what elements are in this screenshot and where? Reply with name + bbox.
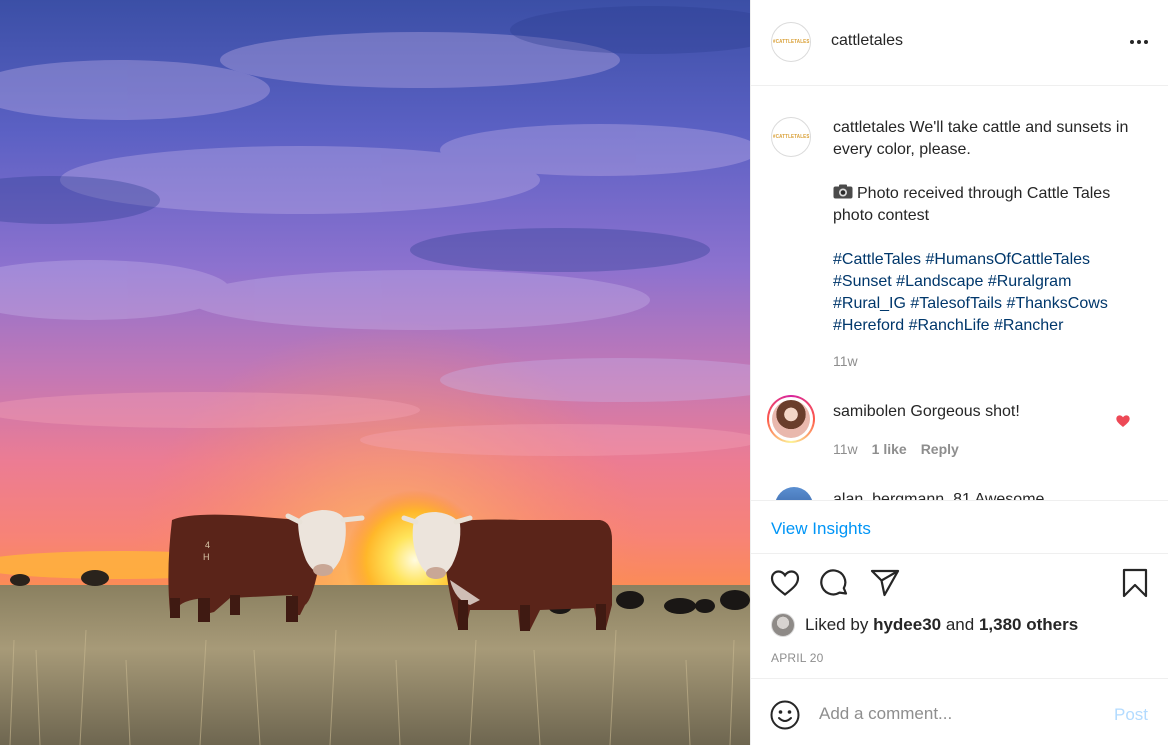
comment-body: Gorgeous shot! xyxy=(910,403,1020,420)
heart-icon xyxy=(770,570,800,596)
hashtag[interactable]: #ThanksCows xyxy=(1006,295,1107,312)
comments-section[interactable]: #CATTLETALES cattletales We'll take catt… xyxy=(751,87,1167,500)
hashtag[interactable]: #Rural_IG xyxy=(833,295,906,312)
post-side-panel: #CATTLETALES cattletales #CATTLETALES ca… xyxy=(750,0,1168,745)
liker-username[interactable]: hydee30 xyxy=(873,615,941,635)
comment-meta: 11w 1 like Reply xyxy=(833,441,959,457)
comment-username[interactable]: alan_bergmann_81 xyxy=(833,491,971,500)
comment-like-count[interactable]: 1 like xyxy=(872,441,907,457)
hashtag[interactable]: #Sunset xyxy=(833,273,892,290)
post-header: #CATTLETALES cattletales xyxy=(751,0,1168,86)
add-comment-bar: Post xyxy=(751,678,1168,745)
likes-prefix: Liked by xyxy=(805,615,869,634)
comment-username[interactable]: samibolen xyxy=(833,403,906,420)
caption-text: cattletales We'll take cattle and sunset… xyxy=(833,117,1133,337)
hashtag[interactable]: #CattleTales xyxy=(833,251,921,268)
post-comment-button[interactable]: Post xyxy=(1114,705,1148,725)
post-photo[interactable]: 4 H xyxy=(0,0,750,745)
heart-filled-icon[interactable] xyxy=(1115,413,1131,429)
reply-button[interactable]: Reply xyxy=(921,441,959,457)
save-button[interactable] xyxy=(1119,567,1151,599)
likes-conjunction: and xyxy=(945,615,975,634)
hashtag[interactable]: #Ruralgram xyxy=(988,273,1072,290)
hashtag[interactable]: #TalesofTails xyxy=(910,295,1002,312)
caption-author-avatar[interactable]: #CATTLETALES xyxy=(771,117,811,157)
more-options-button[interactable] xyxy=(1127,30,1151,54)
comment-bubble-icon xyxy=(820,569,848,596)
hashtag[interactable]: #Landscape xyxy=(896,273,983,290)
author-avatar[interactable]: #CATTLETALES xyxy=(771,22,811,62)
svg-text:H: H xyxy=(203,552,210,562)
comment-input[interactable] xyxy=(819,701,1089,727)
comment-button[interactable] xyxy=(819,567,851,599)
liker-avatar[interactable] xyxy=(771,613,795,637)
likes-others-link[interactable]: 1,380 others xyxy=(979,615,1078,635)
view-insights-link[interactable]: View Insights xyxy=(771,519,871,539)
svg-text:4: 4 xyxy=(205,540,210,550)
paper-plane-icon xyxy=(870,569,900,597)
caption-timestamp[interactable]: 11w xyxy=(833,353,858,369)
hashtag[interactable]: #RanchLife xyxy=(909,317,990,334)
photo-note: Photo received through Cattle Tales phot… xyxy=(833,185,1111,224)
likes-summary: Liked by hydee30 and 1,380 others xyxy=(771,612,1078,638)
hashtag[interactable]: #HumansOfCattleTales xyxy=(926,251,1091,268)
like-button[interactable] xyxy=(769,567,801,599)
bookmark-icon xyxy=(1122,568,1148,598)
smiley-icon[interactable] xyxy=(769,699,801,731)
avatar-logo-text: #CATTLETALES xyxy=(772,39,810,45)
hashtag[interactable]: #Hereford xyxy=(833,317,904,334)
more-horizontal-icon xyxy=(1130,40,1148,44)
author-username[interactable]: cattletales xyxy=(831,32,903,50)
insights-bar: View Insights xyxy=(751,500,1168,554)
avatar-logo-text: #CATTLETALES xyxy=(772,134,810,140)
comment-body: Awesome xyxy=(974,491,1045,500)
comment-timestamp[interactable]: 11w xyxy=(833,441,858,457)
caption-username[interactable]: cattletales xyxy=(833,119,905,136)
hashtag[interactable]: #Rancher xyxy=(994,317,1063,334)
share-button[interactable] xyxy=(869,567,901,599)
commenter-avatar[interactable] xyxy=(767,395,815,443)
post-date[interactable]: APRIL 20 xyxy=(771,651,824,665)
hashtag-list: #CattleTales #HumansOfCattleTales #Sunse… xyxy=(833,249,1133,337)
commenter-avatar[interactable] xyxy=(775,487,813,500)
camera-icon xyxy=(833,184,853,199)
action-bar xyxy=(751,555,1168,615)
